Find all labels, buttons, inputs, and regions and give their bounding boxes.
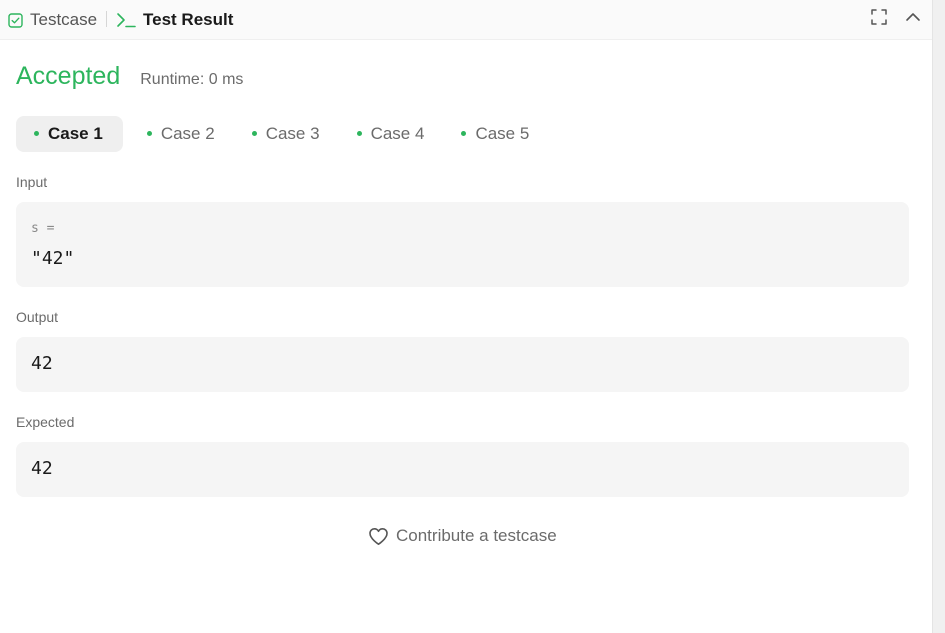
collapse-panel-button[interactable] xyxy=(902,8,924,30)
output-value: 42 xyxy=(31,353,53,374)
test-result-panel: Testcase Test Result Accepted Runtime: 0… xyxy=(0,0,932,633)
case-tab-label: Case 1 xyxy=(48,124,103,143)
input-var-name: s = xyxy=(31,221,55,236)
runtime-label: Runtime: 0 ms xyxy=(140,71,244,88)
case-tab-4[interactable]: Case 4 xyxy=(341,116,446,152)
case-tab-label: Case 3 xyxy=(265,124,320,143)
contribute-testcase-label: Contribute a testcase xyxy=(396,526,557,545)
case-tab-1[interactable]: Case 1 xyxy=(16,116,123,152)
tab-testcase[interactable]: Testcase xyxy=(8,0,97,40)
pass-dot-icon xyxy=(34,130,39,136)
input-value: "42" xyxy=(31,248,75,269)
panel-scroll-edge xyxy=(932,0,945,633)
fullscreen-button[interactable] xyxy=(868,8,890,30)
tab-divider xyxy=(106,11,107,27)
case-tab-3[interactable]: Case 3 xyxy=(236,116,341,152)
tab-test-result-label: Test Result xyxy=(143,10,234,29)
expected-value: 42 xyxy=(31,458,53,479)
input-label: Input xyxy=(16,174,48,190)
expected-label: Expected xyxy=(16,414,75,430)
result-status-row: Accepted Runtime: 0 ms xyxy=(16,62,243,91)
terminal-prompt-icon xyxy=(116,12,136,28)
case-tab-label: Case 4 xyxy=(370,124,425,143)
case-tab-5[interactable]: Case 5 xyxy=(445,116,550,152)
chevron-up-icon xyxy=(905,9,921,30)
case-tab-2[interactable]: Case 2 xyxy=(131,116,236,152)
output-box[interactable]: 42 xyxy=(16,337,909,392)
pass-dot-icon xyxy=(146,130,152,136)
fullscreen-icon xyxy=(871,8,887,30)
tab-testcase-label: Testcase xyxy=(30,10,98,29)
expected-box[interactable]: 42 xyxy=(16,442,909,497)
heart-icon xyxy=(368,527,389,546)
output-label: Output xyxy=(16,309,59,325)
panel-tabbar: Testcase Test Result xyxy=(0,0,932,40)
tab-test-result[interactable]: Test Result xyxy=(116,0,233,40)
case-tab-label: Case 5 xyxy=(475,124,530,143)
case-tab-label: Case 2 xyxy=(160,124,215,143)
pass-dot-icon xyxy=(356,130,362,136)
status-accepted: Accepted xyxy=(16,62,121,90)
input-box[interactable]: s = "42" xyxy=(16,202,909,287)
pass-dot-icon xyxy=(251,130,257,136)
checkbox-icon xyxy=(8,12,23,28)
contribute-testcase-button[interactable]: Contribute a testcase xyxy=(368,526,557,546)
case-tabs: Case 1 Case 2 Case 3 Case 4 Case 5 xyxy=(16,116,550,152)
pass-dot-icon xyxy=(461,130,467,136)
